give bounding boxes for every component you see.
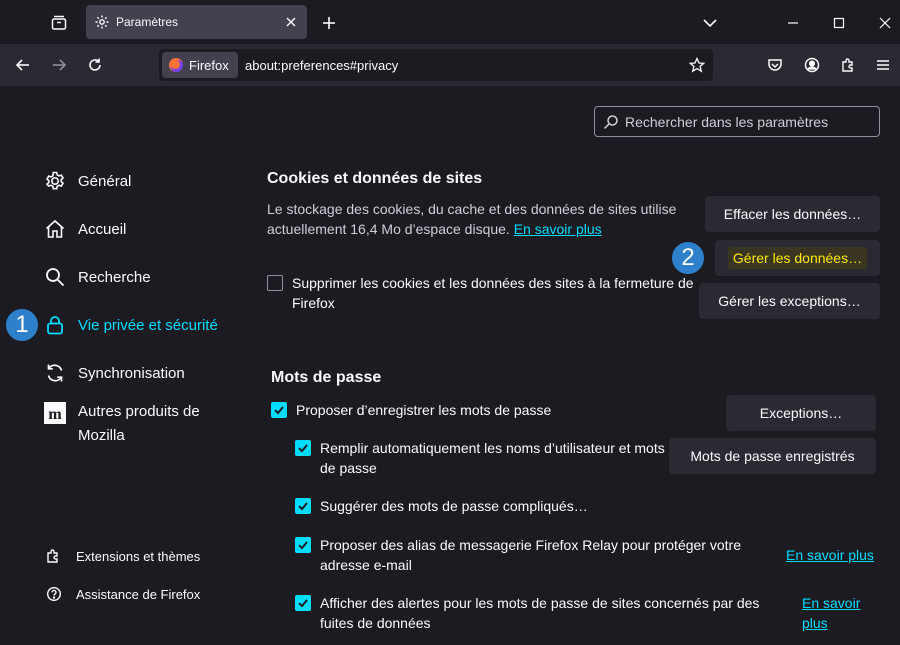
- offer-save-row: Proposer d’enregistrer les mots de passe: [271, 400, 701, 420]
- sidebar-item-sync[interactable]: Synchronisation: [44, 362, 185, 384]
- manage-data-button[interactable]: Gérer les données…: [715, 240, 880, 276]
- checkmark-icon: [274, 406, 284, 415]
- account-icon[interactable]: [801, 54, 823, 76]
- url-bar[interactable]: Firefox about:preferences#privacy: [159, 49, 713, 81]
- new-tab-icon[interactable]: [318, 12, 340, 34]
- firefox-logo-icon: [169, 57, 183, 72]
- window-close-icon[interactable]: [874, 12, 896, 34]
- breach-alerts-checkbox[interactable]: [295, 595, 311, 611]
- sidebar-item-label: Accueil: [78, 220, 127, 238]
- breach-alerts-row: Afficher des alertes pour les mots de pa…: [295, 593, 790, 633]
- cookies-usage-text: Le stockage des cookies, du cache et des…: [267, 201, 677, 237]
- saved-passwords-label: Mots de passe enregistrés: [690, 448, 855, 464]
- cookies-description: Le stockage des cookies, du cache et des…: [267, 199, 687, 239]
- passwords-section-title: Mots de passe: [271, 369, 382, 386]
- reload-icon[interactable]: [84, 54, 106, 76]
- sidebar-item-mozilla[interactable]: m Autres produits de Mozilla: [44, 400, 228, 448]
- chevron-down-icon[interactable]: [699, 12, 721, 34]
- svg-text:m: m: [48, 406, 62, 423]
- relay-row: Proposer des alias de messagerie Firefox…: [295, 535, 775, 575]
- sidebar-item-label: Général: [78, 172, 132, 190]
- sidebar-item-home[interactable]: Accueil: [44, 218, 126, 240]
- search-icon: [44, 266, 66, 288]
- autofill-row: Remplir automatiquement les noms d’utili…: [295, 438, 665, 478]
- step-badge-2: 2: [670, 240, 706, 276]
- autofill-label: Remplir automatiquement les noms d’utili…: [320, 440, 665, 476]
- delete-on-close-checkbox[interactable]: [267, 275, 283, 291]
- title-bar: Paramètres: [0, 0, 900, 44]
- breach-alerts-label: Afficher des alertes pour les mots de pa…: [320, 595, 760, 631]
- relay-label: Proposer des alias de messagerie Firefox…: [320, 537, 741, 573]
- checkmark-icon: [298, 541, 308, 550]
- identity-label: Firefox: [189, 57, 229, 73]
- checkmark-icon: [298, 502, 308, 511]
- sidebar-item-label: Recherche: [78, 268, 151, 286]
- saved-passwords-button[interactable]: Mots de passe enregistrés: [669, 438, 876, 474]
- sidebar-item-label: Vie privée et sécurité: [78, 316, 218, 334]
- manage-exceptions-label: Gérer les exceptions…: [718, 293, 861, 309]
- sidebar-item-label: Autres produits de Mozilla: [78, 403, 200, 444]
- password-exceptions-button[interactable]: Exceptions…: [726, 395, 876, 431]
- extensions-puzzle-icon[interactable]: [837, 54, 859, 76]
- sidebar-item-label: Synchronisation: [78, 364, 185, 382]
- search-input[interactable]: [625, 113, 875, 130]
- sidebar-footer-label: Assistance de Firefox: [76, 586, 201, 602]
- sidebar-item-general[interactable]: Général: [44, 170, 131, 192]
- back-arrow-icon[interactable]: [12, 54, 34, 76]
- suggest-row: Suggérer des mots de passe compliqués…: [295, 496, 675, 516]
- pocket-icon[interactable]: [764, 54, 786, 76]
- sidebar-footer-help[interactable]: Assistance de Firefox: [46, 586, 200, 602]
- suggest-label: Suggérer des mots de passe compliqués…: [320, 498, 588, 514]
- checkmark-icon: [298, 599, 308, 608]
- bookmark-star-icon[interactable]: [689, 57, 705, 73]
- sidebar-item-search[interactable]: Recherche: [44, 266, 151, 288]
- puzzle-icon: [47, 549, 58, 563]
- close-icon[interactable]: [283, 14, 299, 30]
- clear-data-label: Effacer les données…: [723, 206, 862, 222]
- clear-data-button[interactable]: Effacer les données…: [705, 196, 880, 232]
- search-settings-box[interactable]: [594, 106, 880, 137]
- sidebar-footer-extensions[interactable]: Extensions et thèmes: [46, 548, 200, 564]
- delete-on-close-row: Supprimer les cookies et les données des…: [267, 273, 697, 313]
- gear-icon: [95, 15, 109, 29]
- gear-icon: [44, 170, 66, 192]
- checkmark-icon: [298, 444, 308, 453]
- identity-box[interactable]: Firefox: [162, 52, 238, 78]
- breach-learn-more-link[interactable]: En savoir plus: [802, 593, 872, 633]
- step-badge-1: 1: [4, 307, 40, 343]
- tab-overview-icon[interactable]: [48, 12, 70, 34]
- hamburger-menu-icon[interactable]: [872, 54, 894, 76]
- minimize-icon[interactable]: [782, 12, 804, 34]
- delete-on-close-label: Supprimer les cookies et les données des…: [292, 275, 694, 311]
- relay-checkbox[interactable]: [295, 537, 311, 553]
- home-icon: [44, 218, 66, 240]
- search-icon: [603, 114, 618, 129]
- preferences-page: Général Accueil Recherche Vie privée et …: [0, 86, 900, 645]
- offer-save-checkbox[interactable]: [271, 402, 287, 418]
- manage-exceptions-button[interactable]: Gérer les exceptions…: [699, 283, 880, 319]
- lock-icon: [44, 314, 66, 336]
- sidebar-footer-label: Extensions et thèmes: [76, 548, 201, 564]
- mozilla-icon: m: [44, 402, 66, 424]
- sync-icon: [44, 362, 66, 384]
- url-text[interactable]: about:preferences#privacy: [245, 58, 398, 73]
- suggest-checkbox[interactable]: [295, 498, 311, 514]
- maximize-icon[interactable]: [828, 12, 850, 34]
- forward-arrow-icon[interactable]: [48, 54, 70, 76]
- tab-title: Paramètres: [116, 15, 179, 29]
- autofill-checkbox[interactable]: [295, 440, 311, 456]
- offer-save-label: Proposer d’enregistrer les mots de passe: [296, 402, 552, 418]
- relay-learn-more-link[interactable]: En savoir plus: [786, 545, 874, 565]
- navigation-bar: Firefox about:preferences#privacy: [0, 44, 900, 86]
- manage-data-label: Gérer les données…: [727, 247, 868, 269]
- password-exceptions-label: Exceptions…: [759, 405, 843, 421]
- sidebar-item-privacy[interactable]: Vie privée et sécurité: [44, 314, 218, 336]
- help-icon: [46, 586, 62, 602]
- cookies-learn-more-link[interactable]: En savoir plus: [514, 221, 602, 237]
- tab-settings[interactable]: Paramètres: [86, 5, 307, 39]
- cookies-section-title: Cookies et données de sites: [267, 170, 483, 187]
